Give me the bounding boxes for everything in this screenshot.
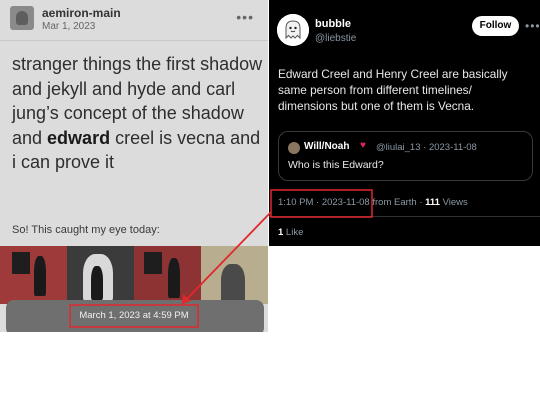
left-post-divider (0, 40, 268, 41)
poster-image[interactable] (67, 246, 134, 304)
tweet-timestamp[interactable]: 1:10 PM · 2023-11-08 (278, 197, 370, 208)
poster-image[interactable] (0, 246, 67, 304)
left-post-image-strip[interactable] (0, 246, 268, 304)
poster-image[interactable] (134, 246, 201, 304)
tweet-source: from Earth · (369, 197, 426, 208)
tweet-divider (269, 216, 540, 217)
tweet-likes[interactable]: 1 Like (278, 227, 303, 238)
poster-image[interactable] (201, 246, 268, 304)
tweet-views-count: 111 (425, 197, 440, 208)
tweet-text: Edward Creel and Henry Creel are basical… (278, 67, 508, 113)
tweet-likes-label: Like (283, 227, 304, 238)
heart-icon: ♥ (360, 140, 366, 151)
tweet-display-name[interactable]: bubble (315, 18, 351, 30)
quoted-tweet-avatar (288, 142, 300, 154)
more-horizontal-icon[interactable]: ••• (525, 19, 540, 33)
quoted-tweet-text: Who is this Edward? (288, 159, 384, 171)
quoted-tweet-handle-date: @liulai_13 · 2023-11-08 (376, 142, 477, 153)
left-post-text: stranger things the first shadow and jek… (12, 52, 264, 175)
tweet-metadata: 1:10 PM · 2023-11-08 from Earth · 111 Vi… (278, 197, 468, 208)
quoted-tweet[interactable]: Will/Noah ♥ @liulai_13 · 2023-11-08 Who … (278, 131, 533, 181)
left-post-header: aemiron-main Mar 1, 2023 ••• (0, 0, 268, 40)
left-post-panel: aemiron-main Mar 1, 2023 ••• stranger th… (0, 0, 268, 332)
tweet-panel: bubble @liebstie Follow ••• Edward Creel… (269, 0, 540, 246)
left-post-text-bold: edward (47, 127, 111, 148)
left-post-username[interactable]: aemiron-main (42, 6, 121, 20)
more-horizontal-icon[interactable]: ••• (236, 9, 254, 25)
ghost-avatar-icon (277, 14, 309, 46)
left-post-timestamp: March 1, 2023 at 4:59 PM (79, 310, 189, 321)
follow-button[interactable]: Follow (472, 16, 519, 36)
avatar[interactable] (277, 14, 309, 46)
left-post-date: Mar 1, 2023 (42, 21, 96, 32)
quoted-tweet-display-name: Will/Noah (304, 141, 350, 152)
left-post-caption: So! This caught my eye today: (12, 224, 160, 236)
tweet-views-label: Views (439, 197, 468, 208)
left-post-avatar[interactable] (10, 6, 34, 30)
tweet-handle[interactable]: @liebstie (315, 33, 356, 44)
